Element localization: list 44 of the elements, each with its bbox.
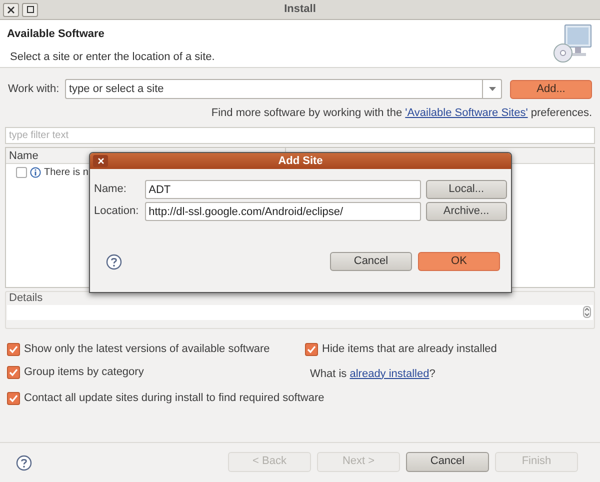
filter-field[interactable]: type filter text: [5, 126, 595, 144]
dialog-button[interactable]: OK: [418, 252, 500, 271]
maximize-button[interactable]: [22, 2, 38, 16]
wizard-button[interactable]: Cancel: [406, 452, 489, 472]
computer-cd-icon: [551, 23, 593, 65]
option-label: Hide items that are already installed: [322, 342, 497, 358]
checkbox[interactable]: [305, 343, 318, 356]
field-label: Location:: [94, 204, 140, 220]
option-label: Show only the latest versions of available software: [24, 342, 270, 358]
installed-link[interactable]: already installed: [350, 368, 430, 380]
page-subtitle: Select a site or enter the location of a site.: [9, 50, 215, 64]
checkbox[interactable]: [7, 392, 20, 404]
site-combobox[interactable]: type or select a site: [65, 79, 482, 99]
option-label: Contact all update sites during install to find required software: [24, 390, 324, 406]
close-icon: [7, 6, 15, 14]
option-label: Group items by category: [24, 365, 144, 380]
dialog-button[interactable]: Cancel: [330, 252, 412, 271]
add-button[interactable]: Add...: [510, 80, 592, 98]
text-field[interactable]: http://dl-ssl.google.com/Android/eclipse/: [144, 202, 421, 221]
group-label: Details: [8, 292, 43, 304]
maximize-icon: [26, 6, 34, 13]
dialog-side-button[interactable]: Local...: [426, 180, 508, 199]
dialog-side-button[interactable]: Archive...: [426, 202, 508, 221]
checkbox[interactable]: [7, 366, 20, 379]
field-label: Work with:: [8, 82, 60, 97]
installed-note: What is already installed?: [309, 366, 436, 382]
caret-icon: [488, 86, 496, 92]
close-button[interactable]: [93, 155, 108, 167]
help-icon[interactable]: [16, 454, 32, 470]
checkbox[interactable]: [7, 343, 20, 356]
close-button[interactable]: [3, 2, 19, 16]
dropdown-button[interactable]: [482, 79, 502, 99]
sites-link[interactable]: 'Available Software Sites': [405, 107, 528, 119]
help-icon[interactable]: [106, 254, 122, 270]
page-title: Available Software: [7, 27, 106, 42]
find-more-text: Find more software by working with the 'Available Software Sites' preferences.: [211, 106, 592, 121]
field-label: Name:: [94, 182, 128, 198]
checkbox[interactable]: [16, 167, 27, 178]
text-field[interactable]: ADT: [144, 180, 421, 199]
close-icon: [98, 158, 104, 164]
table-cell-text: There is n: [44, 166, 88, 180]
info-icon: [30, 167, 41, 178]
spinner-icon[interactable]: [583, 306, 591, 318]
window-title: Install: [283, 2, 317, 18]
